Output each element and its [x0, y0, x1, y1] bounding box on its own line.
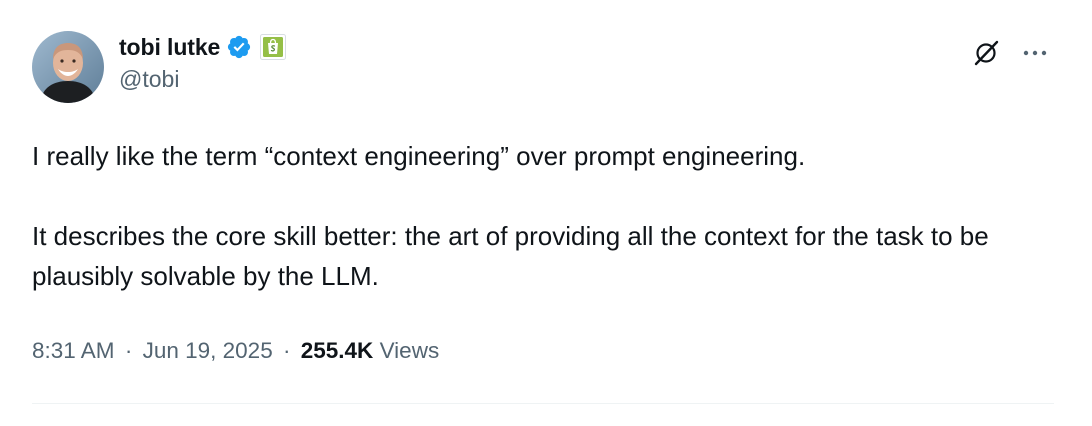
tweet-timestamp[interactable]: 8:31 AM · Jun 19, 2025	[32, 338, 273, 363]
tweet-paragraph: I really like the term “context engineer…	[32, 141, 806, 171]
divider	[32, 403, 1054, 404]
author-display-name[interactable]: tobi lutke	[119, 34, 220, 61]
views-link[interactable]: 255.4K Views	[301, 338, 439, 363]
tweet-header: tobi lutke @tobi	[119, 30, 287, 93]
verified-badge-icon[interactable]	[226, 34, 252, 60]
author-handle[interactable]: @tobi	[119, 66, 286, 93]
meta-separator: ·	[282, 338, 291, 363]
avatar-image	[32, 31, 104, 103]
shopify-bag-icon[interactable]	[260, 34, 287, 60]
tweet: tobi lutke @tobi I really like the term …	[0, 0, 1092, 426]
view-count: 255.4K	[300, 338, 374, 363]
author-name-row: tobi lutke	[119, 30, 287, 64]
tweet-paragraph: It describes the core skill better: the …	[32, 221, 989, 291]
tweet-date: Jun 19, 2025	[142, 338, 273, 363]
avatar[interactable]	[32, 31, 104, 103]
grok-icon[interactable]	[968, 35, 1004, 71]
tweet-time: 8:31 AM	[32, 338, 115, 363]
meta-separator: ·	[124, 338, 133, 363]
views-label: Views	[379, 338, 440, 363]
tweet-text: I really like the term “context engineer…	[32, 136, 1062, 296]
more-horizontal-icon[interactable]	[1017, 35, 1053, 71]
tweet-metadata: 8:31 AM · Jun 19, 2025 · 255.4K Views	[32, 338, 439, 364]
